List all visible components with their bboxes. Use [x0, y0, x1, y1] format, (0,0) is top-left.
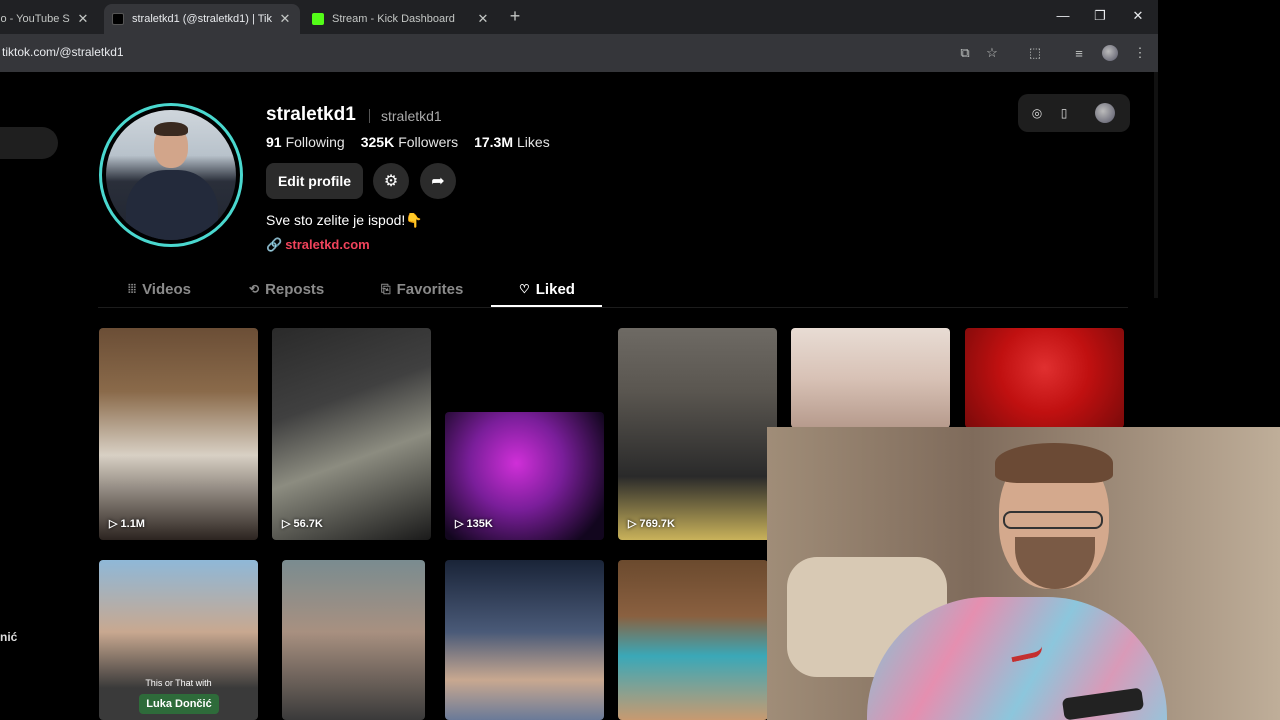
view-count: ▷ 135K	[455, 518, 493, 530]
tab-reposts[interactable]: ⟲ Reposts	[249, 279, 324, 299]
video-tile[interactable]: ▷ 56.7K	[272, 328, 431, 540]
close-tab-icon[interactable]: ✕	[76, 11, 90, 27]
divider	[369, 109, 370, 123]
address-bar: tiktok.com/@straletkd1 ⧉ ☆ ⬚ ≡ ⋮	[0, 34, 1158, 72]
close-tab-icon[interactable]: ✕	[278, 11, 292, 27]
header-actions: ◎ ▯	[1018, 94, 1130, 132]
phone-icon[interactable]: ▯	[1055, 104, 1073, 122]
followers-label: Followers	[398, 134, 459, 150]
view-count: ▷ 56.7K	[282, 518, 323, 530]
followers-stat[interactable]: 325K Followers	[361, 134, 458, 150]
video-tile[interactable]: This or That with Luka Dončić	[99, 560, 258, 720]
tab-title: straletkd1 (@straletkd1) | TikTok	[132, 13, 272, 25]
view-count: ▷ 769.7K	[628, 518, 675, 530]
tab-favorites-label: Favorites	[396, 280, 464, 298]
video-caption-line1: This or That with	[145, 678, 212, 688]
profile-nickname: straletkd1	[381, 108, 442, 124]
tab-title: io - YouTube Stu	[0, 13, 70, 25]
webcam-person-hair	[995, 443, 1113, 483]
video-tile[interactable]: ▷ 1.1M	[99, 328, 258, 540]
profile-link-text: straletkd.com	[285, 237, 370, 252]
browser-tab-strip: io - YouTube Stu ✕ straletkd1 (@straletk…	[0, 0, 1158, 34]
kick-favicon-icon	[312, 13, 324, 25]
heart-icon: ♡	[519, 282, 530, 296]
tab-title: Stream - Kick Dashboard	[332, 13, 455, 25]
browser-tab-tiktok[interactable]: straletkd1 (@straletkd1) | TikTok ✕	[104, 4, 300, 34]
tab-videos-label: Videos	[142, 280, 191, 298]
edit-profile-button[interactable]: Edit profile	[266, 163, 363, 199]
profile-bio: Sve sto zelite je ispod!👇	[266, 212, 423, 228]
tab-liked-label: Liked	[535, 280, 575, 298]
video-tile[interactable]: ▷ 769.7K	[618, 328, 777, 540]
menu-kebab-icon[interactable]: ⋮	[1131, 44, 1149, 62]
tiktok-favicon-icon	[112, 13, 124, 25]
view-count-value: 769.7K	[639, 518, 675, 530]
link-icon: 🔗	[266, 237, 283, 252]
scrollbar[interactable]	[1154, 72, 1158, 298]
following-label: Following	[285, 134, 345, 150]
tabs-divider	[98, 307, 1128, 308]
user-avatar-icon[interactable]	[1094, 102, 1116, 124]
avatar-photo-hair	[154, 122, 188, 136]
likes-label: Likes	[517, 134, 550, 150]
video-tile[interactable]	[618, 560, 768, 720]
share-arrow-icon: ➦	[431, 173, 445, 190]
view-count-value: 1.1M	[120, 518, 145, 530]
new-tab-button[interactable]: +	[506, 6, 524, 27]
settings-button[interactable]: ⚙	[373, 163, 409, 199]
webcam-overlay	[767, 427, 1280, 720]
profile-avatar[interactable]	[99, 103, 243, 247]
repost-icon: ⟲	[249, 282, 260, 296]
gear-icon: ⚙	[383, 173, 399, 190]
avatar-photo-body	[126, 170, 218, 240]
view-count-value: 56.7K	[293, 518, 323, 530]
grid-icon: ⦙⦙⦙	[128, 281, 137, 296]
url-field[interactable]: tiktok.com/@straletkd1	[2, 45, 124, 59]
profile-avatar-icon[interactable]	[1101, 44, 1119, 62]
screen: io - YouTube Stu ✕ straletkd1 (@straletk…	[0, 0, 1280, 720]
media-control-icon[interactable]: ≡	[1070, 44, 1088, 62]
following-stat[interactable]: 91 Following	[266, 134, 345, 150]
compass-icon[interactable]: ◎	[1028, 104, 1046, 122]
browser-tab-youtube-studio[interactable]: io - YouTube Stu ✕	[0, 4, 98, 34]
close-window-button[interactable]: ✕	[1128, 8, 1148, 24]
tab-favorites[interactable]: ⎘ Favorites	[381, 279, 463, 299]
video-caption-line2: Luka Dončić	[139, 694, 219, 714]
view-count-value: 135K	[466, 518, 493, 530]
browser-tab-kick[interactable]: Stream - Kick Dashboard ✕	[304, 4, 498, 34]
profile-stats: 91 Following 325K Followers 17.3M Likes	[266, 134, 550, 150]
tab-videos[interactable]: ⦙⦙⦙ Videos	[128, 279, 191, 299]
maximize-button[interactable]: ❐	[1090, 8, 1110, 24]
video-tile[interactable]: ▷ 135K	[445, 412, 604, 540]
tab-reposts-label: Reposts	[265, 280, 325, 298]
video-tile[interactable]	[445, 560, 604, 720]
minimize-button[interactable]: —	[1053, 8, 1073, 23]
following-count: 91	[266, 134, 282, 150]
video-tile[interactable]	[791, 328, 950, 428]
desktop-background	[1158, 0, 1280, 300]
avatar-photo	[106, 110, 236, 240]
video-tile[interactable]	[965, 328, 1124, 428]
profile-username: straletkd1	[266, 104, 356, 125]
likes-count: 17.3M	[474, 134, 514, 150]
sidebar-account-name[interactable]: nić	[0, 630, 17, 644]
bookmark-icon: ⎘	[381, 281, 391, 296]
install-app-icon[interactable]: ⧉	[956, 44, 974, 62]
tab-liked[interactable]: ♡ Liked	[519, 279, 575, 299]
share-button[interactable]: ➦	[420, 163, 456, 199]
active-tab-indicator	[491, 305, 602, 307]
webcam-person-glasses	[1003, 511, 1103, 529]
profile-link[interactable]: 🔗 straletkd.com	[266, 237, 370, 253]
sidebar-search-pill[interactable]	[0, 127, 58, 159]
bookmark-star-icon[interactable]: ☆	[983, 44, 1001, 62]
followers-count: 325K	[360, 134, 395, 150]
likes-stat: 17.3M Likes	[474, 134, 550, 150]
video-tile[interactable]	[282, 560, 425, 720]
view-count: ▷ 1.1M	[109, 518, 145, 530]
close-tab-icon[interactable]: ✕	[476, 11, 490, 27]
extensions-icon[interactable]: ⬚	[1026, 44, 1044, 62]
